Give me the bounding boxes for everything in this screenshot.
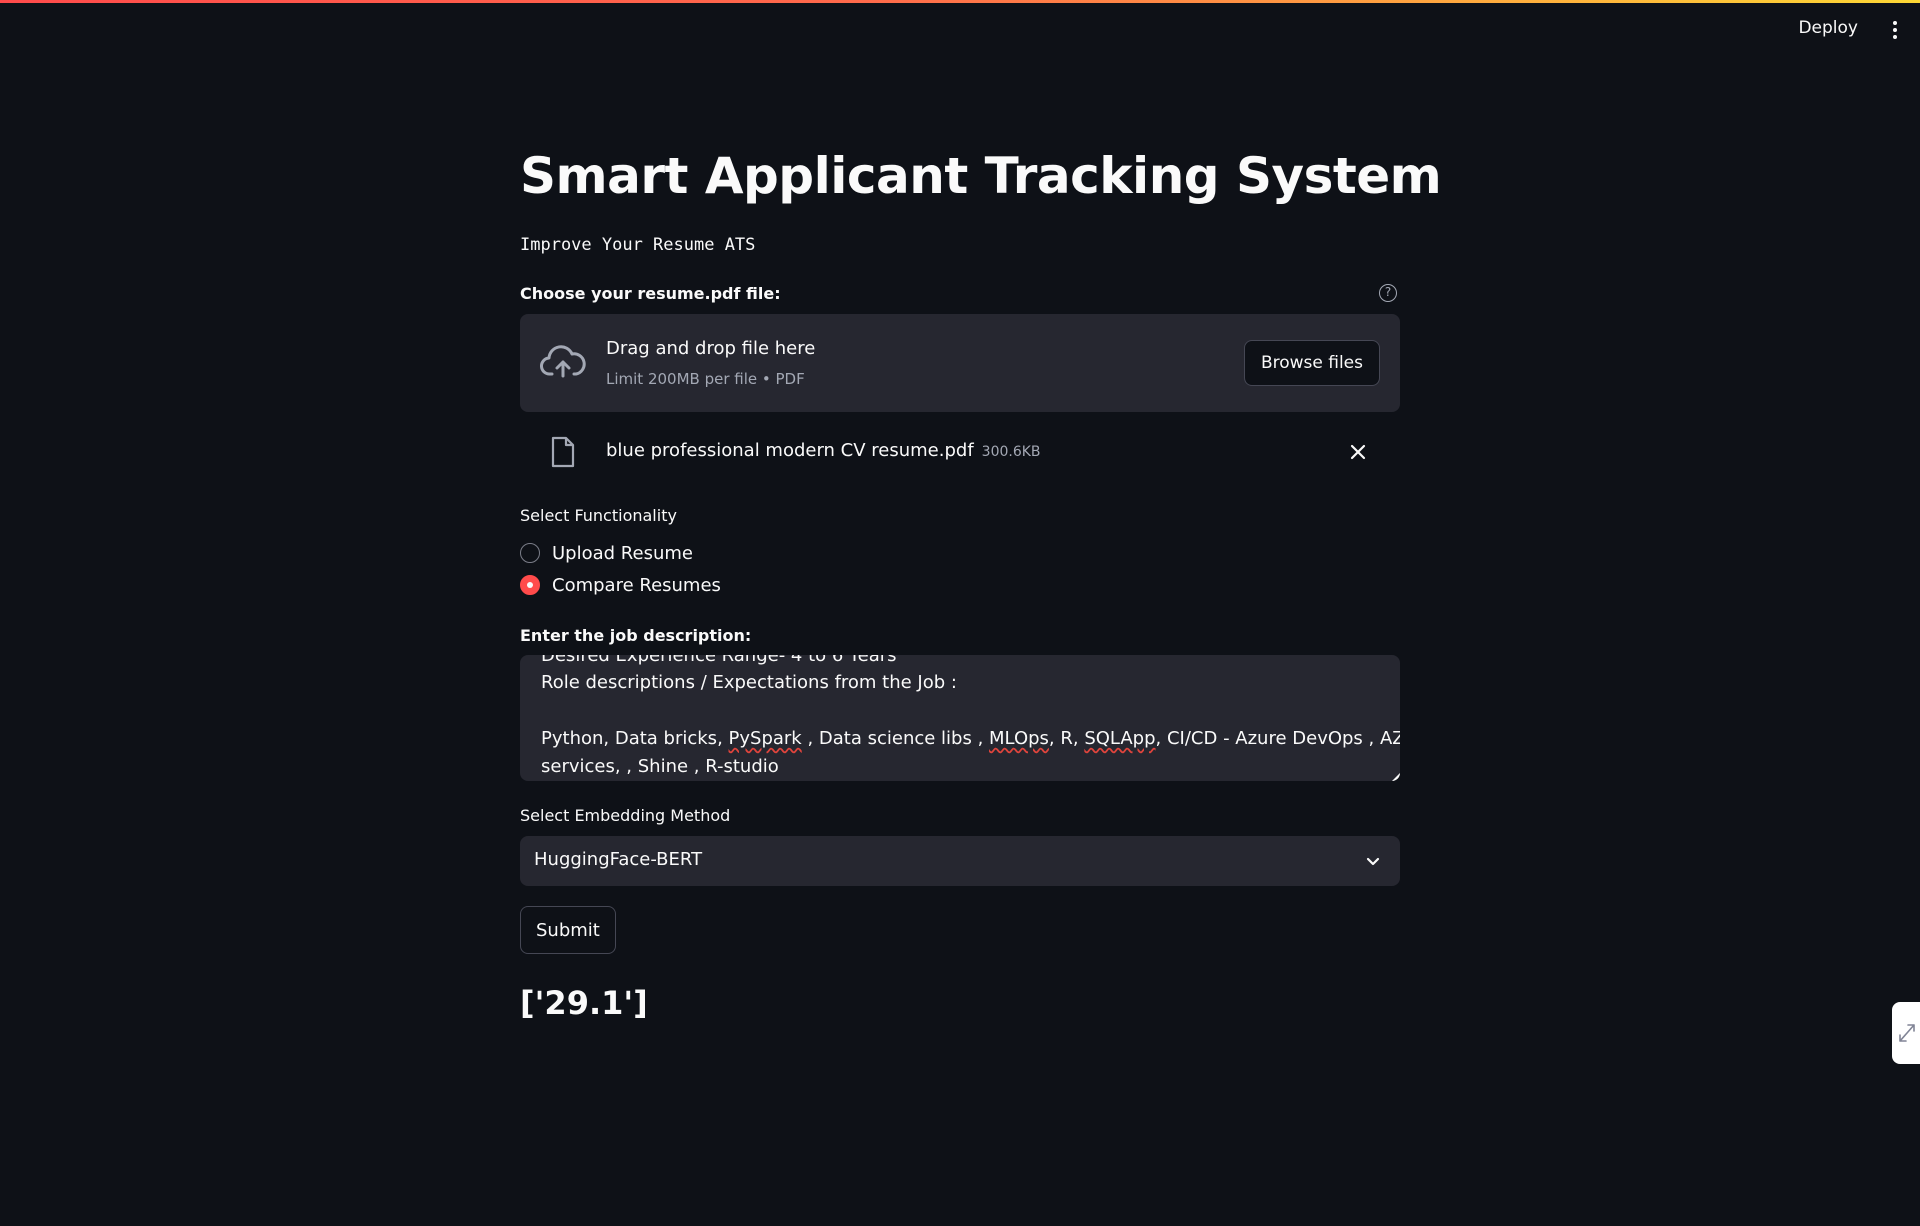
uploaded-file-name: blue professional modern CV resume.pdf	[606, 440, 974, 461]
uploader-label: Choose your resume.pdf file:	[520, 284, 781, 303]
page-title: Smart Applicant Tracking System	[520, 147, 1442, 205]
functionality-label: Select Functionality	[520, 506, 677, 525]
textarea-line: services, , Shine , R-studio	[541, 756, 779, 777]
textarea-line: Role descriptions / Expectations from th…	[541, 672, 957, 693]
textarea-line: Python, Data bricks, PySpark , Data scie…	[541, 728, 1400, 749]
app-header: Deploy	[0, 0, 1920, 60]
embedding-select[interactable]: HuggingFace-BERT	[520, 836, 1400, 886]
chevron-down-icon	[1366, 857, 1380, 866]
embedding-label: Select Embedding Method	[520, 806, 731, 825]
radio-option-label: Compare Resumes	[552, 574, 721, 596]
job-description-textarea[interactable]: Desired Experience Range- 4 to 6 Years R…	[520, 655, 1400, 781]
radio-unchecked-icon	[520, 543, 540, 563]
uploaded-file-size: 300.6KB	[981, 444, 1041, 460]
uploaded-file-row: blue professional modern CV resume.pdf 30…	[520, 432, 1400, 472]
browse-files-button[interactable]: Browse files	[1243, 340, 1380, 386]
submit-button[interactable]: Submit	[520, 906, 616, 954]
side-panel-toggle[interactable]	[1892, 1002, 1920, 1064]
result-output: ['29.1']	[520, 984, 648, 1022]
dropzone-limit: Limit 200MB per file • PDF	[606, 370, 805, 388]
close-icon[interactable]	[1348, 442, 1368, 462]
file-icon	[551, 436, 575, 468]
file-dropzone[interactable]: Drag and drop file here Limit 200MB per …	[520, 314, 1400, 412]
help-icon[interactable]: ?	[1379, 284, 1397, 302]
radio-checked-icon	[520, 575, 540, 595]
job-description-label: Enter the job description:	[520, 626, 752, 645]
radio-compare-resumes[interactable]: Compare Resumes	[520, 571, 721, 599]
radio-upload-resume[interactable]: Upload Resume	[520, 539, 693, 567]
dropzone-instructions: Drag and drop file here	[606, 338, 816, 359]
page-subtitle: Improve Your Resume ATS	[520, 235, 756, 255]
main-menu-icon[interactable]	[1890, 18, 1900, 42]
deploy-button[interactable]: Deploy	[1798, 18, 1858, 38]
cloud-upload-icon	[540, 345, 586, 378]
resize-handle-icon[interactable]	[1392, 773, 1400, 781]
textarea-line: Desired Experience Range- 4 to 6 Years	[541, 655, 897, 666]
expand-arrows-icon	[1899, 1024, 1915, 1042]
radio-option-label: Upload Resume	[552, 542, 693, 564]
embedding-selected-value: HuggingFace-BERT	[534, 849, 703, 870]
